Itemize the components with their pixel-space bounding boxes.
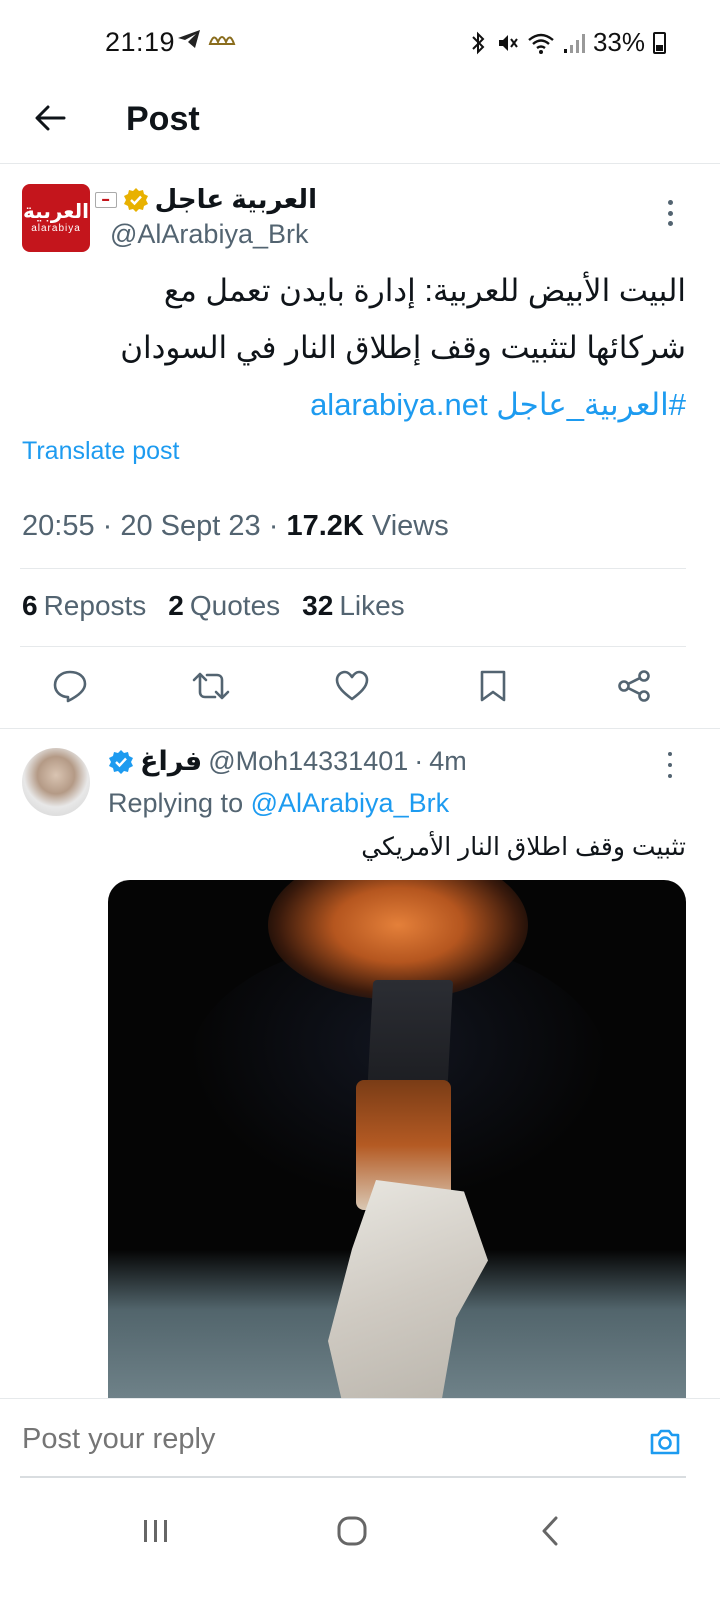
reply-underline — [20, 1476, 686, 1478]
avatar-logo-subtext: alarabiya — [31, 223, 81, 234]
status-bar: 21:19 33% — [0, 0, 720, 86]
post-meta: 20:55 · 20 Sept 23 · 17.2K Views — [22, 510, 449, 542]
system-back-button[interactable] — [520, 1506, 580, 1556]
quotes-label: Quotes — [189, 590, 281, 621]
post-text-line: شركائها لتثبيت وقف إطلاق النار في السودا… — [120, 330, 686, 365]
translate-post-link[interactable]: Translate post — [22, 437, 179, 466]
avatar[interactable]: العربية alarabiya — [22, 184, 90, 252]
reply-bar — [0, 1398, 720, 1478]
reply-author-handle[interactable]: @Moh14331401 — [208, 746, 408, 777]
reposts-count: 6 — [22, 590, 38, 621]
avatar-logo-text: العربية — [23, 201, 89, 223]
share-button[interactable] — [614, 666, 654, 706]
post-time: 20:55 — [22, 510, 95, 542]
camera-icon[interactable] — [648, 1425, 682, 1459]
post-actions — [0, 660, 720, 720]
heart-icon — [335, 670, 369, 701]
repost-icon — [192, 672, 230, 700]
bookmark-icon — [480, 670, 506, 702]
views-label: Views — [371, 510, 449, 542]
reply-icon — [53, 670, 87, 703]
verified-gold-icon — [123, 187, 148, 212]
separator-dot: · — [414, 746, 424, 776]
reply-avatar[interactable] — [22, 748, 90, 816]
app-icon — [208, 36, 236, 45]
quotes-stat[interactable]: 2 Quotes — [168, 590, 280, 622]
status-right: 33% — [469, 27, 666, 58]
bluetooth-icon — [472, 31, 485, 54]
replying-to-mention[interactable]: @AlArabiya_Brk — [251, 788, 449, 818]
chevron-left-icon — [542, 1516, 558, 1546]
status-time: 21:19 — [105, 27, 176, 57]
telegram-icon — [178, 30, 200, 48]
mute-icon — [498, 34, 518, 51]
author-name: العربية عاجل — [154, 184, 317, 214]
quotes-count: 2 — [168, 590, 184, 621]
battery-percent: 33% — [592, 27, 645, 57]
post-stats: 6 Reposts 2 Quotes 32 Likes — [22, 590, 405, 622]
header: Post — [0, 86, 720, 164]
likes-stat[interactable]: 32 Likes — [302, 590, 405, 622]
reply-text: تثبيت وقف اطلاق النار الأمريكي — [361, 833, 686, 861]
replying-to: Replying to @AlArabiya_Brk — [108, 788, 449, 819]
repost-button[interactable] — [191, 666, 231, 706]
reply-more-options-button[interactable] — [660, 752, 680, 778]
recent-apps-button[interactable] — [126, 1506, 186, 1556]
page-title: Post — [126, 100, 200, 138]
verified-blue-icon — [109, 749, 133, 774]
reply-author-name[interactable]: فراغ — [140, 746, 202, 777]
bookmark-button[interactable] — [473, 666, 513, 706]
divider — [20, 568, 686, 569]
reply-input[interactable] — [22, 1423, 582, 1456]
like-button[interactable] — [332, 666, 372, 706]
post-text: البيت الأبيض للعربية: إدارة بايدن تعمل م… — [20, 262, 686, 433]
author-name-row[interactable]: ▬ العربية عاجل — [94, 184, 317, 215]
home-icon — [337, 1516, 367, 1546]
divider — [0, 728, 720, 729]
home-button[interactable] — [322, 1506, 382, 1556]
wifi-icon — [528, 33, 554, 54]
reply-age: 4m — [429, 746, 467, 776]
likes-count: 32 — [302, 590, 334, 621]
share-icon — [618, 670, 650, 702]
recent-apps-icon — [144, 1520, 167, 1542]
author-handle[interactable]: @AlArabiya_Brk — [110, 219, 308, 250]
reply-header: فراغ @Moh14331401 · 4m — [108, 746, 467, 777]
reposts-label: Reposts — [43, 590, 147, 621]
battery-icon — [653, 31, 666, 54]
status-left-icons — [176, 28, 236, 50]
arrow-left-icon — [35, 105, 66, 131]
back-button[interactable] — [30, 98, 70, 138]
system-nav-bar — [0, 1480, 720, 1600]
more-options-button[interactable] — [660, 198, 680, 228]
post-text-line: البيت الأبيض للعربية: إدارة بايدن تعمل م… — [163, 273, 686, 308]
reply-media-image[interactable] — [108, 880, 686, 1400]
views-count: 17.2K — [286, 510, 364, 542]
reposts-stat[interactable]: 6 Reposts — [22, 590, 146, 622]
post-links: #العربية_عاجل alarabiya.net — [20, 376, 686, 433]
likes-label: Likes — [339, 590, 405, 621]
post-date: 20 Sept 23 — [120, 510, 261, 542]
divider — [20, 646, 686, 647]
affiliate-badge-icon: ▬ — [94, 191, 117, 208]
replying-to-label: Replying to — [108, 788, 244, 818]
hashtag-link[interactable]: #العربية_عاجل — [496, 387, 686, 422]
signal-icon — [563, 33, 585, 53]
url-link[interactable]: alarabiya.net — [310, 387, 488, 422]
reply-button[interactable] — [50, 666, 90, 706]
